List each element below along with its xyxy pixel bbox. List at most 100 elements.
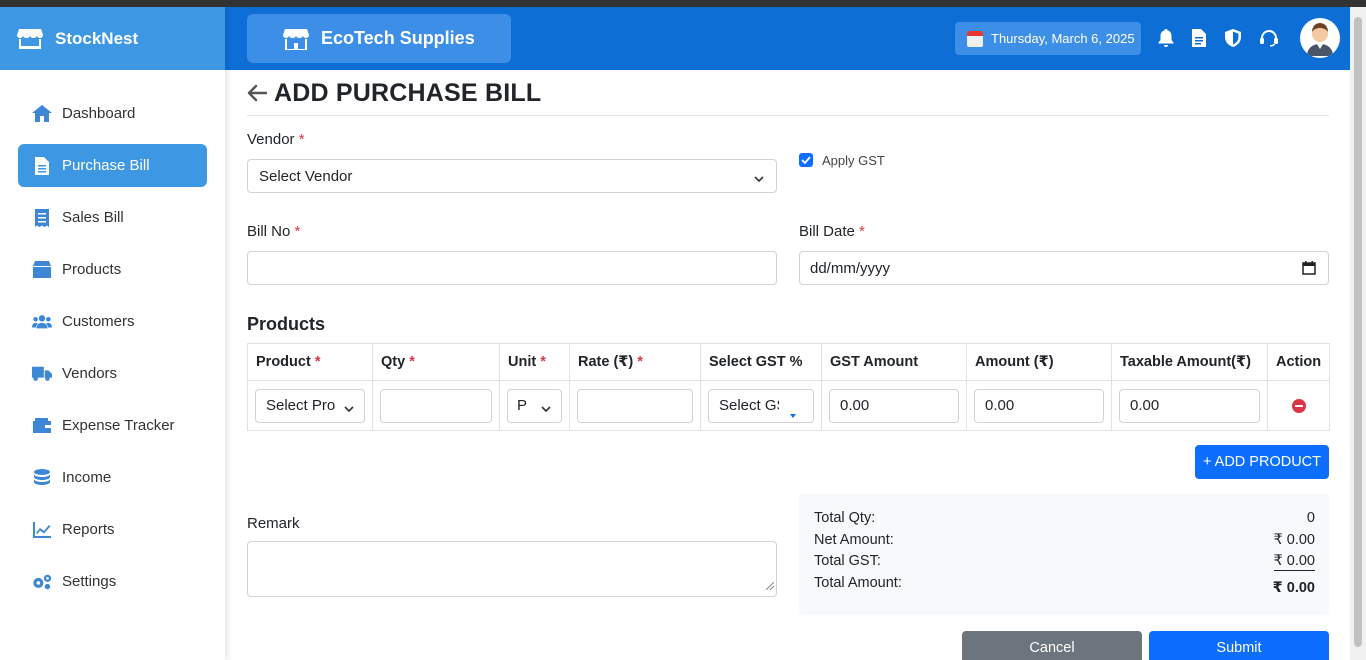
bill-date-label: Bill Date * (799, 223, 865, 240)
cell-action (1267, 380, 1330, 431)
col-action: Action (1267, 343, 1330, 381)
brand-name: StockNest (55, 28, 139, 48)
sidebar-item-sales-bill[interactable]: Sales Bill (18, 196, 207, 239)
summary-total-qty: Total Qty: 0 (814, 510, 1315, 526)
summary-label: Total Qty: (814, 510, 876, 526)
bell-icon[interactable] (1156, 27, 1176, 49)
summary-total-gst: Total GST: ₹ 0.00 (814, 553, 1315, 571)
unit-select[interactable]: Pc (507, 388, 562, 423)
sidebar-item-reports[interactable]: Reports (18, 508, 207, 551)
vendor-select-value: Select Vendor (259, 167, 353, 185)
summary-label: Total Amount: (814, 575, 902, 591)
coins-icon (32, 468, 52, 487)
page-scrollbar[interactable] (1350, 7, 1366, 660)
cancel-button[interactable]: Cancel (962, 631, 1142, 660)
gst-amount-input[interactable]: 0.00 (829, 388, 959, 423)
product-select-value: Select Pro (266, 397, 336, 414)
sidebar-item-settings[interactable]: Settings (18, 560, 207, 603)
summary-value: 0 (1306, 510, 1315, 526)
store-icon (17, 28, 43, 50)
col-unit: Unit * (499, 343, 570, 381)
gears-icon (32, 573, 52, 591)
bill-date-label-text: Bill Date (799, 223, 855, 240)
amount-input[interactable]: 0.00 (974, 388, 1104, 423)
caret-down-icon (790, 405, 796, 422)
cell-amount: 0.00 (966, 380, 1112, 431)
col-amount: Amount (₹) (966, 343, 1112, 381)
company-switcher[interactable]: EcoTech Supplies (247, 14, 511, 63)
remark-label: Remark (247, 515, 300, 532)
sidebar-item-dashboard[interactable]: Dashboard (18, 92, 207, 135)
scrollbar-thumb[interactable] (1354, 17, 1362, 647)
back-arrow-icon[interactable] (247, 83, 267, 103)
amount-value: 0.00 (985, 397, 1015, 414)
document-icon[interactable] (1189, 27, 1209, 49)
sidebar-item-label: Income (62, 469, 112, 486)
current-date: Thursday, March 6, 2025 (955, 22, 1141, 55)
products-heading: Products (247, 314, 326, 334)
file-icon (32, 156, 52, 175)
user-avatar[interactable] (1300, 18, 1340, 58)
taxable-amount-input[interactable]: 0.00 (1119, 388, 1260, 423)
chevron-down-icon (541, 401, 551, 412)
qty-input[interactable] (380, 388, 492, 423)
sidebar-item-label: Settings (62, 573, 117, 590)
receipt-icon (32, 208, 52, 227)
sidebar-item-income[interactable]: Income (18, 456, 207, 499)
col-qty: Qty * (372, 343, 500, 381)
wallet-icon (32, 417, 52, 435)
sidebar-item-label: Dashboard (62, 105, 136, 122)
gst-select[interactable]: Select GST (708, 388, 814, 423)
sidebar-item-label: Vendors (62, 365, 118, 382)
sidebar: StockNest Dashboard Purchase Bill Sales … (0, 7, 225, 660)
brand[interactable]: StockNest (0, 7, 225, 70)
calendar-icon (967, 30, 983, 47)
page-title: ADD PURCHASE BILL (274, 78, 542, 107)
col-label: Product (256, 354, 311, 370)
required-mark: * (294, 223, 301, 240)
shield-icon[interactable] (1223, 27, 1243, 49)
users-icon (32, 313, 52, 331)
sidebar-item-products[interactable]: Products (18, 248, 207, 291)
sidebar-item-label: Purchase Bill (62, 157, 150, 174)
cell-gst: Select GST (700, 380, 822, 431)
bill-no-input[interactable] (247, 251, 777, 285)
headset-icon[interactable] (1259, 27, 1279, 49)
chevron-down-icon (754, 171, 764, 183)
vendor-select[interactable]: Select Vendor (247, 159, 777, 193)
cell-gst-amount: 0.00 (821, 380, 967, 431)
sidebar-item-customers[interactable]: Customers (18, 300, 207, 343)
summary-value: ₹ 0.00 (1273, 532, 1315, 548)
cell-product: Select Pro (247, 380, 373, 431)
product-select[interactable]: Select Pro (255, 388, 365, 423)
required-mark: * (540, 354, 546, 370)
remove-row-icon[interactable] (1291, 398, 1306, 413)
top-header: EcoTech Supplies Thursday, March 6, 2025 (225, 7, 1350, 70)
sidebar-item-vendors[interactable]: Vendors (18, 352, 207, 395)
add-product-button[interactable]: + ADD PRODUCT (1195, 445, 1329, 479)
summary-net-amount: Net Amount: ₹ 0.00 (814, 532, 1315, 548)
bill-date-input[interactable]: dd/mm/yyyy (799, 251, 1329, 285)
rate-input[interactable] (577, 388, 693, 423)
submit-button[interactable]: Submit (1149, 631, 1329, 660)
calendar-icon[interactable] (1302, 261, 1316, 279)
resize-handle-icon[interactable] (765, 577, 775, 594)
bill-date-placeholder: dd/mm/yyyy (810, 259, 891, 277)
apply-gst-checkbox[interactable] (799, 153, 813, 167)
unit-select-value: Pc (517, 397, 527, 414)
chart-line-icon (32, 521, 52, 539)
taxable-amount-value: 0.00 (1130, 397, 1160, 414)
table-header-row: Product * Qty * Unit * Rate (₹) * Select… (247, 343, 1330, 381)
cell-unit: Pc (499, 380, 570, 431)
sidebar-item-expense-tracker[interactable]: Expense Tracker (18, 404, 207, 447)
required-mark: * (409, 354, 415, 370)
summary-total-amount: Total Amount: ₹ 0.00 (814, 575, 1315, 596)
remark-textarea[interactable] (247, 541, 777, 597)
summary-value: ₹ 0.00 (1273, 553, 1315, 571)
required-mark: * (637, 354, 643, 370)
col-label: Unit (508, 354, 537, 370)
required-mark: * (859, 223, 865, 240)
vendor-label: Vendor * (247, 131, 305, 148)
sidebar-item-purchase-bill[interactable]: Purchase Bill (18, 144, 207, 187)
home-icon (32, 105, 52, 123)
